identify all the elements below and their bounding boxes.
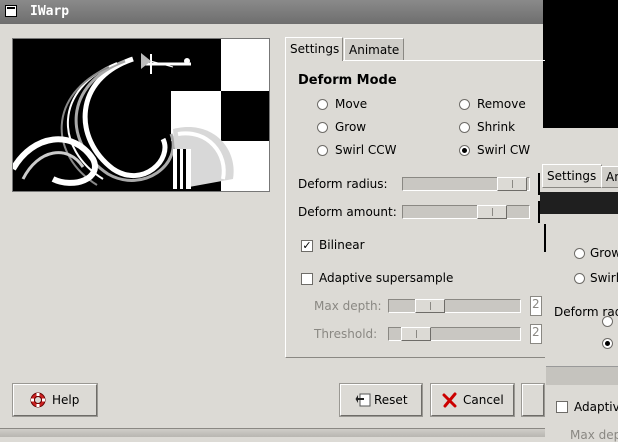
ok-button-partial[interactable] bbox=[521, 383, 545, 417]
deform-amount-handle[interactable] bbox=[477, 205, 507, 219]
deform-radius-label: Deform radius: bbox=[298, 177, 388, 191]
bg-tab-animate[interactable]: An bbox=[601, 166, 618, 188]
help-button-label: Help bbox=[52, 393, 80, 407]
radio-grow-label: Grow bbox=[335, 120, 367, 134]
bg-tab-settings[interactable]: Settings bbox=[542, 164, 602, 188]
bg-max-depth-label: Max dep bbox=[570, 428, 618, 442]
max-depth-slider[interactable] bbox=[388, 299, 521, 313]
bg-dark-bar bbox=[540, 192, 618, 214]
radio-swirl-ccw[interactable] bbox=[317, 145, 328, 156]
bg-radio-grow[interactable] bbox=[574, 248, 585, 259]
background-window-panel: Settings An Grow Swirl Deform rad Adapti… bbox=[540, 128, 618, 442]
window-menu-icon[interactable] bbox=[5, 5, 17, 17]
bg-tab-settings-label: Settings bbox=[547, 169, 597, 183]
bg-adaptive-checkbox[interactable] bbox=[556, 401, 568, 413]
deform-radius-slider[interactable] bbox=[402, 177, 530, 191]
max-depth-spinbutton[interactable]: 2 bbox=[530, 296, 542, 316]
tab-animate-label: Animate bbox=[349, 43, 400, 57]
tab-settings-label: Settings bbox=[290, 42, 340, 56]
deform-radius-spin-edge bbox=[538, 173, 540, 195]
help-button[interactable]: Help bbox=[12, 383, 98, 417]
window-title: IWarp bbox=[30, 4, 70, 19]
bg-radio-grow-label: Grow bbox=[590, 246, 618, 260]
threshold-handle[interactable] bbox=[401, 327, 431, 341]
deform-amount-label: Deform amount: bbox=[298, 205, 397, 219]
reset-button-label: Reset bbox=[374, 393, 408, 407]
bg-toolbar bbox=[546, 366, 618, 385]
adaptive-supersample-checkbox[interactable] bbox=[301, 273, 313, 285]
bg-radio-1[interactable] bbox=[602, 316, 613, 327]
radio-swirl-cw[interactable] bbox=[459, 145, 470, 156]
threshold-slider[interactable] bbox=[388, 327, 521, 341]
cancel-button[interactable]: Cancel bbox=[430, 383, 515, 417]
tab-settings[interactable]: Settings bbox=[285, 37, 343, 61]
radio-swirl-ccw-label: Swirl CCW bbox=[335, 143, 397, 157]
bg-tab-animate-label: An bbox=[606, 170, 618, 184]
deform-amount-slider[interactable] bbox=[402, 205, 530, 219]
max-depth-handle[interactable] bbox=[415, 299, 445, 313]
reset-button[interactable]: Reset bbox=[339, 383, 423, 417]
bg-adaptive-label: Adaptiv bbox=[574, 400, 618, 414]
radio-shrink-label: Shrink bbox=[477, 120, 516, 134]
bilinear-checkbox[interactable]: ✓ bbox=[301, 240, 313, 252]
radio-remove[interactable] bbox=[459, 99, 470, 110]
radio-remove-label: Remove bbox=[477, 97, 526, 111]
threshold-label: Threshold: bbox=[314, 327, 378, 341]
max-depth-label: Max depth: bbox=[314, 299, 382, 313]
radio-grow[interactable] bbox=[317, 122, 328, 133]
radio-swirl-cw-label: Swirl CW bbox=[477, 143, 531, 157]
threshold-spinbutton[interactable]: 2 bbox=[530, 324, 542, 344]
lifebuoy-icon bbox=[30, 392, 46, 408]
bg-radio-swirl[interactable] bbox=[574, 273, 585, 284]
bg-radio-2[interactable] bbox=[602, 338, 613, 349]
cancel-button-label: Cancel bbox=[463, 393, 504, 407]
deform-mode-title: Deform Mode bbox=[298, 73, 397, 88]
radio-move-label: Move bbox=[335, 97, 368, 111]
bilinear-label: Bilinear bbox=[319, 238, 365, 252]
adaptive-supersample-label: Adaptive supersample bbox=[319, 271, 454, 285]
radio-shrink[interactable] bbox=[459, 122, 470, 133]
preview-image[interactable] bbox=[12, 38, 270, 192]
radio-move[interactable] bbox=[317, 99, 328, 110]
title-bar[interactable] bbox=[0, 0, 545, 24]
preview-graphic bbox=[13, 39, 269, 191]
cancel-x-icon bbox=[442, 392, 457, 408]
tab-animate[interactable]: Animate bbox=[344, 38, 404, 60]
deform-amount-spin-edge bbox=[538, 201, 540, 223]
revert-icon bbox=[355, 393, 371, 407]
deform-radius-handle[interactable] bbox=[497, 177, 527, 191]
bg-radio-swirl-label: Swirl bbox=[590, 271, 618, 285]
